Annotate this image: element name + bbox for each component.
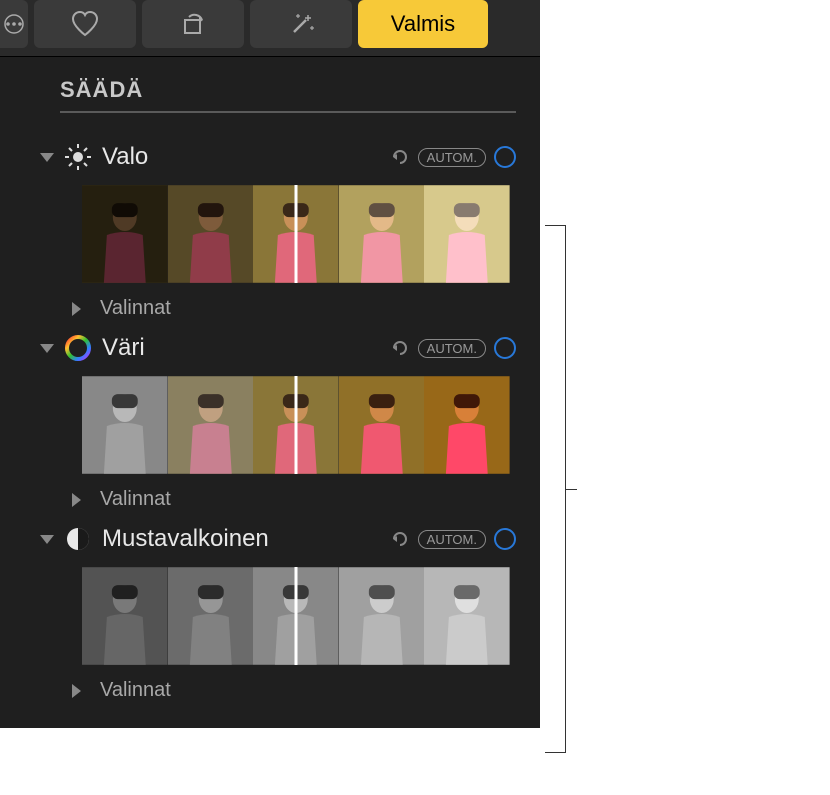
- toolbar: Valmis: [0, 0, 540, 57]
- sun-icon: [64, 143, 92, 171]
- options-color[interactable]: Valinnat: [82, 488, 516, 511]
- adjust-group-color: Väri AUTOM.: [54, 334, 516, 511]
- status-light[interactable]: [494, 146, 516, 168]
- auto-light[interactable]: AUTOM.: [418, 148, 486, 167]
- auto-color[interactable]: AUTOM.: [418, 339, 486, 358]
- status-color[interactable]: [494, 337, 516, 359]
- options-light[interactable]: Valinnat: [82, 297, 516, 320]
- disclosure-options-bw: [72, 684, 88, 698]
- disclosure-color[interactable]: [40, 344, 54, 353]
- options-label-color: Valinnat: [100, 488, 171, 511]
- adjust-group-bw: Mustavalkoinen AUTOM.: [54, 525, 516, 702]
- panel-title: SÄÄDÄ: [60, 77, 516, 113]
- favorite-button[interactable]: [34, 0, 136, 48]
- rotate-button[interactable]: [142, 0, 244, 48]
- group-label-bw: Mustavalkoinen: [102, 525, 380, 553]
- enhance-button[interactable]: [250, 0, 352, 48]
- rotate-icon: [179, 10, 207, 38]
- disclosure-light[interactable]: [40, 153, 54, 162]
- done-button[interactable]: Valmis: [358, 0, 488, 48]
- ellipsis-icon: [4, 14, 24, 34]
- status-bw[interactable]: [494, 528, 516, 550]
- disclosure-options-color: [72, 493, 88, 507]
- options-label-bw: Valinnat: [100, 679, 171, 702]
- adjust-panel: SÄÄDÄ: [0, 57, 540, 728]
- undo-bw[interactable]: [390, 529, 410, 549]
- preview-strip-bw[interactable]: [82, 567, 510, 665]
- preview-strip-color[interactable]: [82, 376, 510, 474]
- preview-strip-light[interactable]: [82, 185, 510, 283]
- options-label-light: Valinnat: [100, 297, 171, 320]
- disclosure-bw[interactable]: [40, 535, 54, 544]
- undo-light[interactable]: [390, 147, 410, 167]
- annotation-bracket: [545, 225, 575, 753]
- group-label-color: Väri: [102, 334, 380, 362]
- adjust-group-light: Valo AUTOM.: [54, 143, 516, 320]
- options-bw[interactable]: Valinnat: [82, 679, 516, 702]
- color-ring-icon: [64, 334, 92, 362]
- disclosure-options-light: [72, 302, 88, 316]
- auto-bw[interactable]: AUTOM.: [418, 530, 486, 549]
- undo-color[interactable]: [390, 338, 410, 358]
- group-label-light: Valo: [102, 143, 380, 171]
- heart-icon: [70, 10, 100, 38]
- wand-icon: [286, 10, 316, 38]
- more-button[interactable]: [0, 0, 28, 48]
- contrast-icon: [64, 525, 92, 553]
